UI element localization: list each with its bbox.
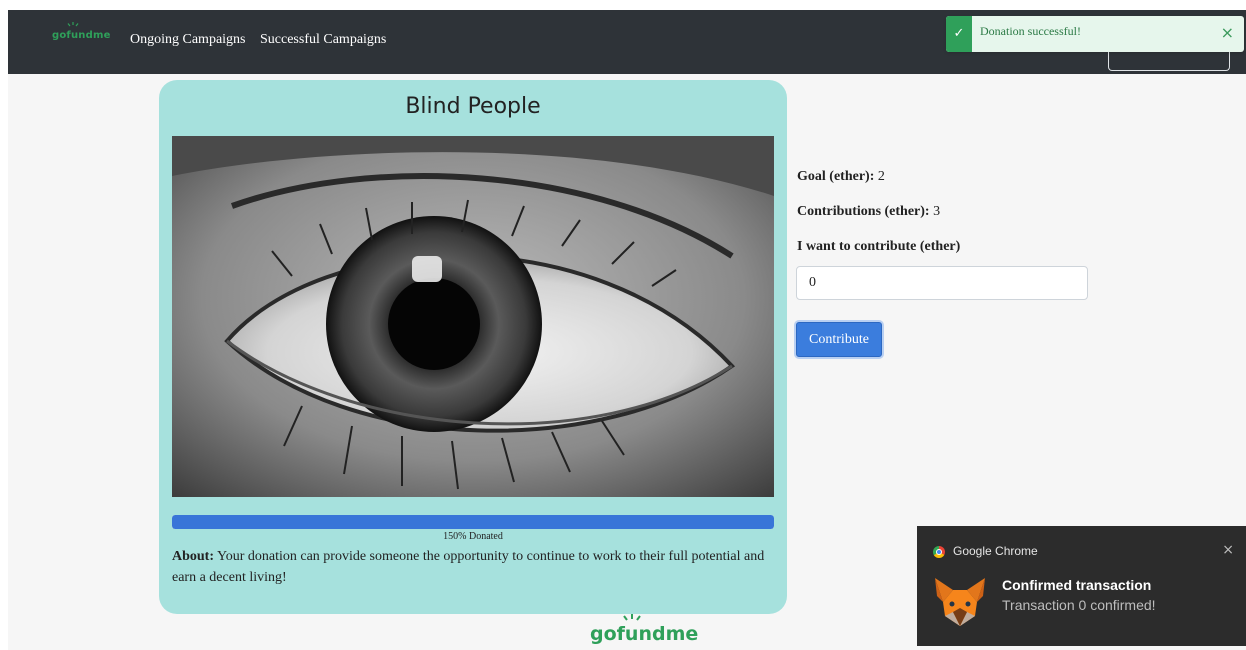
notification-title: Confirmed transaction xyxy=(1002,577,1152,593)
campaign-title: Blind People xyxy=(405,94,541,119)
contributions-label: Contributions (ether): xyxy=(797,204,930,219)
contributions-value: 3 xyxy=(929,204,941,219)
footer-logo: gofundme xyxy=(590,614,699,645)
brand-logo[interactable]: gofundme xyxy=(52,22,111,41)
chrome-notification[interactable]: Google Chrome × Confirmed transaction Tr… xyxy=(917,526,1246,646)
about-label: About: xyxy=(172,549,215,564)
nav-link-successful-campaigns[interactable]: Successful Campaigns xyxy=(260,32,386,48)
brand-text: gofundme xyxy=(52,30,111,41)
campaign-card: Blind People 150% Donated About: Your do… xyxy=(159,80,787,614)
check-icon: ✓ xyxy=(946,16,972,52)
progress-label: 150% Donated xyxy=(443,531,503,542)
contribution-amount-input[interactable] xyxy=(796,266,1088,300)
about-text: Your donation can provide someone the op… xyxy=(172,549,765,585)
campaign-image xyxy=(172,136,774,497)
sun-icon xyxy=(67,22,79,27)
success-toast: ✓ Donation successful! × xyxy=(946,16,1244,52)
nav-link-ongoing-campaigns[interactable]: Ongoing Campaigns xyxy=(130,32,246,48)
goal-row: Goal (ether): 2 xyxy=(797,169,885,185)
goal-value: 2 xyxy=(874,169,885,184)
contribute-button[interactable]: Contribute xyxy=(796,322,882,357)
goal-label: Goal (ether): xyxy=(797,169,875,184)
close-icon[interactable]: × xyxy=(1222,542,1234,558)
chrome-icon xyxy=(933,546,945,558)
metamask-fox-icon xyxy=(935,578,985,626)
sun-icon xyxy=(623,614,641,621)
contribute-amount-label: I want to contribute (ether) xyxy=(797,239,960,255)
progress-fill xyxy=(172,515,774,529)
donation-progress-bar xyxy=(172,515,774,529)
contribute-amount-label-text: I want to contribute (ether) xyxy=(797,239,961,254)
eye-icon xyxy=(172,136,774,497)
toast-message: Donation successful! xyxy=(980,24,1081,38)
contributions-row: Contributions (ether): 3 xyxy=(797,204,940,220)
footer-logo-text: gofundme xyxy=(590,623,699,645)
notification-app-name: Google Chrome xyxy=(953,544,1038,558)
notification-body: Transaction 0 confirmed! xyxy=(1002,597,1156,613)
campaign-about: About: Your donation can provide someone… xyxy=(172,546,778,588)
close-icon[interactable]: × xyxy=(1221,23,1234,42)
